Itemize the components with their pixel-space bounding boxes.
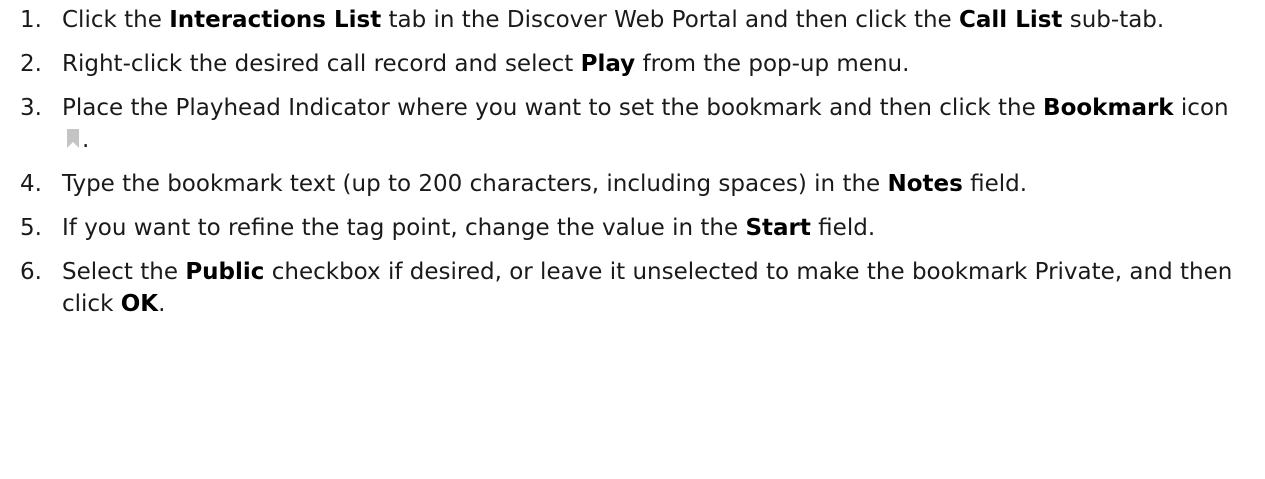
text-run: If you want to refine the tag point, cha… bbox=[62, 215, 746, 241]
ui-term: Interactions List bbox=[169, 7, 382, 33]
step-number: 5. bbox=[20, 215, 42, 241]
step-number: 4. bbox=[20, 171, 42, 197]
text-run: . bbox=[158, 291, 166, 317]
ui-term: Start bbox=[745, 215, 811, 241]
bookmark-icon bbox=[64, 126, 82, 148]
step-text: Click the Interactions List tab in the D… bbox=[62, 7, 1164, 33]
step-item: 4. Type the bookmark text (up to 200 char… bbox=[0, 168, 1265, 200]
step-item: 1. Click the Interactions List tab in the… bbox=[0, 4, 1265, 36]
instruction-steps: 1. Click the Interactions List tab in the… bbox=[0, 0, 1265, 320]
text-run: Right-click the desired call record and … bbox=[62, 51, 581, 77]
step-text: Place the Playhead Indicator where you w… bbox=[62, 95, 1229, 153]
text-run: Click the bbox=[62, 7, 170, 33]
step-number: 6. bbox=[20, 259, 42, 285]
ui-term: OK bbox=[120, 291, 159, 317]
text-run: Place the Playhead Indicator where you w… bbox=[62, 95, 1044, 121]
step-item: 6. Select the Public checkbox if desired,… bbox=[0, 256, 1265, 320]
text-run: from the pop-up menu. bbox=[635, 51, 910, 77]
text-run: field. bbox=[962, 171, 1028, 197]
step-number: 1. bbox=[20, 7, 42, 33]
step-number: 2. bbox=[20, 51, 42, 77]
step-item: 2. Right-click the desired call record an… bbox=[0, 48, 1265, 80]
text-run: Select the bbox=[62, 259, 186, 285]
step-text: Right-click the desired call record and … bbox=[62, 51, 909, 77]
step-text: Select the Public checkbox if desired, o… bbox=[62, 259, 1232, 317]
text-run: icon bbox=[1173, 95, 1229, 121]
step-item: 5. If you want to refine the tag point, c… bbox=[0, 212, 1265, 244]
text-run: . bbox=[82, 127, 90, 153]
step-text: Type the bookmark text (up to 200 charac… bbox=[62, 171, 1027, 197]
ui-term: Call List bbox=[959, 7, 1063, 33]
text-run: field. bbox=[810, 215, 876, 241]
ui-term: Notes bbox=[887, 171, 963, 197]
ui-term: Play bbox=[580, 51, 636, 77]
step-number: 3. bbox=[20, 95, 42, 121]
text-run: sub-tab. bbox=[1062, 7, 1165, 33]
step-item: 3. Place the Playhead Indicator where you… bbox=[0, 92, 1265, 156]
step-text: If you want to refine the tag point, cha… bbox=[62, 215, 875, 241]
ui-term: Bookmark bbox=[1043, 95, 1174, 121]
ui-term: Public bbox=[185, 259, 265, 285]
text-run: Type the bookmark text (up to 200 charac… bbox=[62, 171, 888, 197]
text-run: tab in the Discover Web Portal and then … bbox=[381, 7, 960, 33]
